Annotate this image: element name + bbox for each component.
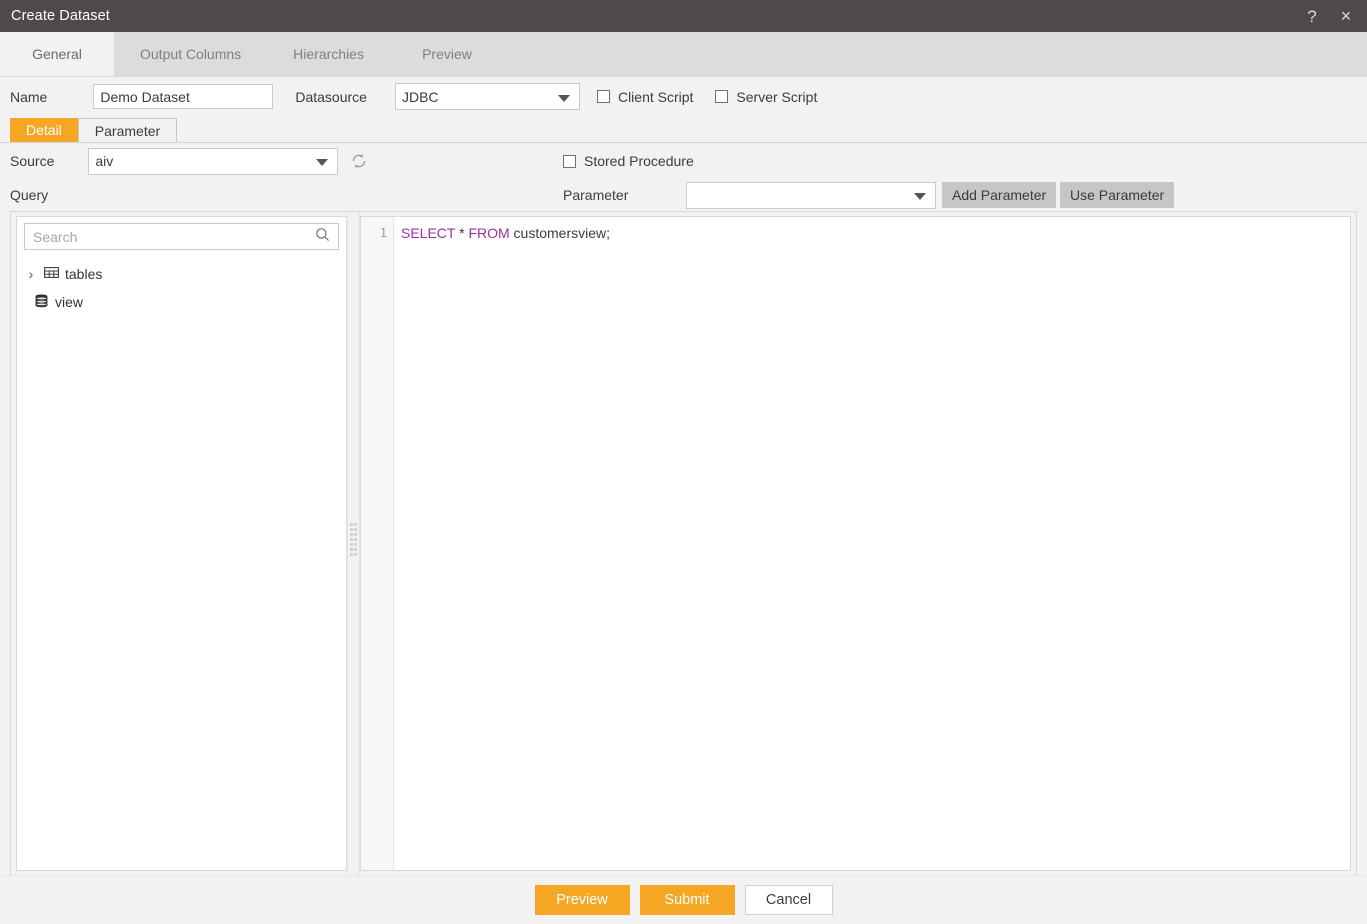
- tab-preview[interactable]: Preview: [390, 32, 504, 76]
- detail-panel: Source aiv Stored Procedure Query Parame…: [0, 142, 1367, 875]
- chevron-down-icon: [557, 94, 570, 102]
- close-icon[interactable]: ×: [1329, 0, 1367, 32]
- main-tab-strip: General Output Columns Hierarchies Previ…: [0, 32, 1367, 77]
- detail-sub-tab-strip: Detail Parameter: [0, 116, 1367, 142]
- query-label: Query: [10, 187, 49, 203]
- client-script-label: Client Script: [617, 88, 694, 105]
- schema-tree: › tables view: [17, 250, 346, 870]
- chevron-right-icon[interactable]: ›: [24, 266, 38, 282]
- stored-procedure-checkbox[interactable]: [563, 154, 576, 168]
- tab-general[interactable]: General: [0, 32, 114, 76]
- preview-button[interactable]: Preview: [534, 885, 630, 915]
- pane-splitter[interactable]: [347, 212, 360, 875]
- title-bar: Create Dataset ? ×: [0, 0, 1367, 32]
- name-label: Name: [10, 88, 48, 105]
- name-input[interactable]: Demo Dataset: [93, 84, 274, 109]
- subtab-detail[interactable]: Detail: [10, 118, 78, 142]
- source-select-value: aiv: [95, 153, 114, 169]
- sql-editor-pane[interactable]: 1 SELECT * FROM customersview;: [360, 216, 1351, 871]
- tree-node-label: view: [55, 294, 84, 310]
- submit-button[interactable]: Submit: [639, 885, 735, 915]
- add-parameter-button[interactable]: Add Parameter: [942, 182, 1057, 208]
- parameter-label: Parameter: [563, 187, 629, 203]
- server-script-checkbox-row[interactable]: Server Script: [715, 89, 817, 105]
- general-top-row: Name Demo Dataset Datasource JDBC Client…: [0, 77, 1367, 116]
- line-number: 1: [379, 226, 387, 240]
- search-input[interactable]: Search: [24, 223, 339, 250]
- stored-procedure-label: Stored Procedure: [584, 153, 694, 169]
- use-parameter-button[interactable]: Use Parameter: [1060, 182, 1175, 208]
- chevron-down-icon: [914, 193, 926, 200]
- query-builder-panes: Search › tables view 1 SELECT * FROM cus…: [10, 211, 1357, 875]
- refresh-icon[interactable]: [350, 152, 368, 170]
- client-script-checkbox[interactable]: [596, 90, 610, 103]
- tree-node-label: tables: [65, 266, 103, 282]
- source-row: Source aiv Stored Procedure: [0, 143, 1367, 179]
- tab-hierarchies[interactable]: Hierarchies: [267, 32, 390, 76]
- table-grid-icon: [44, 266, 59, 282]
- client-script-checkbox-row[interactable]: Client Script: [596, 88, 694, 105]
- tree-node-tables[interactable]: › tables: [24, 260, 346, 288]
- datasource-select-value: JDBC: [401, 88, 439, 105]
- window-title: Create Dataset: [11, 8, 110, 24]
- schema-explorer-pane: Search › tables view: [16, 216, 347, 871]
- query-parameter-row: Query Parameter Add Parameter Use Parame…: [0, 179, 1367, 211]
- source-select[interactable]: aiv: [88, 147, 339, 175]
- database-stack-icon: [34, 294, 49, 311]
- server-script-checkbox[interactable]: [715, 90, 729, 103]
- create-dataset-dialog: Create Dataset ? × General Output Column…: [0, 0, 1367, 924]
- cancel-button[interactable]: Cancel: [744, 885, 833, 915]
- stored-procedure-checkbox-row[interactable]: Stored Procedure: [563, 153, 694, 169]
- datasource-select[interactable]: JDBC: [394, 83, 580, 110]
- help-icon[interactable]: ?: [1295, 0, 1329, 32]
- dialog-footer: Preview Submit Cancel: [0, 875, 1367, 924]
- splitter-grip-icon: [350, 522, 357, 565]
- tree-node-view[interactable]: view: [24, 288, 346, 316]
- search-input-placeholder: Search: [33, 228, 78, 245]
- tab-output-columns[interactable]: Output Columns: [114, 32, 267, 76]
- chevron-down-icon: [316, 159, 329, 166]
- sql-token-keyword: SELECT: [401, 225, 456, 241]
- search-icon[interactable]: [315, 227, 330, 247]
- sql-token-keyword: FROM: [468, 225, 510, 241]
- parameter-select[interactable]: [686, 181, 936, 209]
- datasource-label: Datasource: [295, 88, 367, 105]
- editor-line-number-gutter: 1: [361, 217, 394, 870]
- sql-token-identifier: customersview;: [509, 225, 611, 241]
- subtab-parameter[interactable]: Parameter: [77, 118, 178, 142]
- server-script-label: Server Script: [736, 88, 818, 105]
- sql-code-area[interactable]: SELECT * FROM customersview;: [394, 217, 1350, 870]
- source-label: Source: [10, 153, 55, 169]
